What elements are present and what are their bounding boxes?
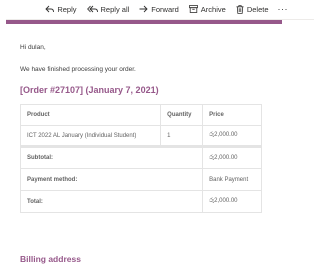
forward-button[interactable]: Forward [134,0,184,18]
subtotal-row: Subtotal: රු2,000.00 [19,145,262,169]
column-header-price: Price [202,104,262,126]
delete-label: Delete [246,4,269,14]
reply-all-label: Reply all [100,4,130,14]
order-table: Product Quantity Price ICT 2022 AL Janua… [19,104,262,213]
total-value: රු2,000.00 [202,190,262,213]
product-name-cell: ICT 2022 AL January (Individual Student) [19,125,162,147]
reply-icon [45,5,55,13]
reply-button[interactable]: Reply [40,0,81,18]
payment-method-label: Payment method: [19,168,204,191]
quantity-cell: 1 [160,125,204,147]
order-title: [Order #27107] (January 7, 2021) [20,85,159,95]
trash-icon [236,4,244,14]
price-cell: රු2,000.00 [202,125,262,147]
more-actions-button[interactable]: ··· [274,0,293,18]
subtotal-value: රු2,000.00 [202,145,262,169]
subtotal-label: Subtotal: [19,145,204,169]
reply-all-button[interactable]: Reply all [82,0,135,18]
column-header-quantity: Quantity [160,104,204,126]
message-toolbar: Reply Reply all Forward Archive Delete ·… [0,0,300,18]
table-row: ICT 2022 AL January (Individual Student)… [19,125,262,147]
payment-method-row: Payment method: Bank Payment [19,168,262,191]
column-header-product: Product [19,104,162,126]
intro-text: We have finished processing your order. [20,66,136,73]
archive-button[interactable]: Archive [184,0,231,18]
delete-button[interactable]: Delete [231,0,274,18]
archive-icon [188,5,198,13]
forward-label: Forward [151,4,179,14]
email-body: Hi dulan, We have finished processing yo… [6,20,294,264]
email-header-accent [6,20,282,24]
reply-label: Reply [57,4,77,14]
payment-method-value: Bank Payment [202,168,262,191]
reply-all-icon [86,5,98,13]
forward-icon [139,5,148,13]
archive-label: Archive [200,4,226,14]
table-header-row: Product Quantity Price [19,104,262,126]
total-row: Total: රු2,000.00 [19,190,262,213]
billing-address-heading: Billing address [20,254,81,264]
greeting-text: Hi dulan, [20,44,46,51]
total-label: Total: [19,190,204,213]
